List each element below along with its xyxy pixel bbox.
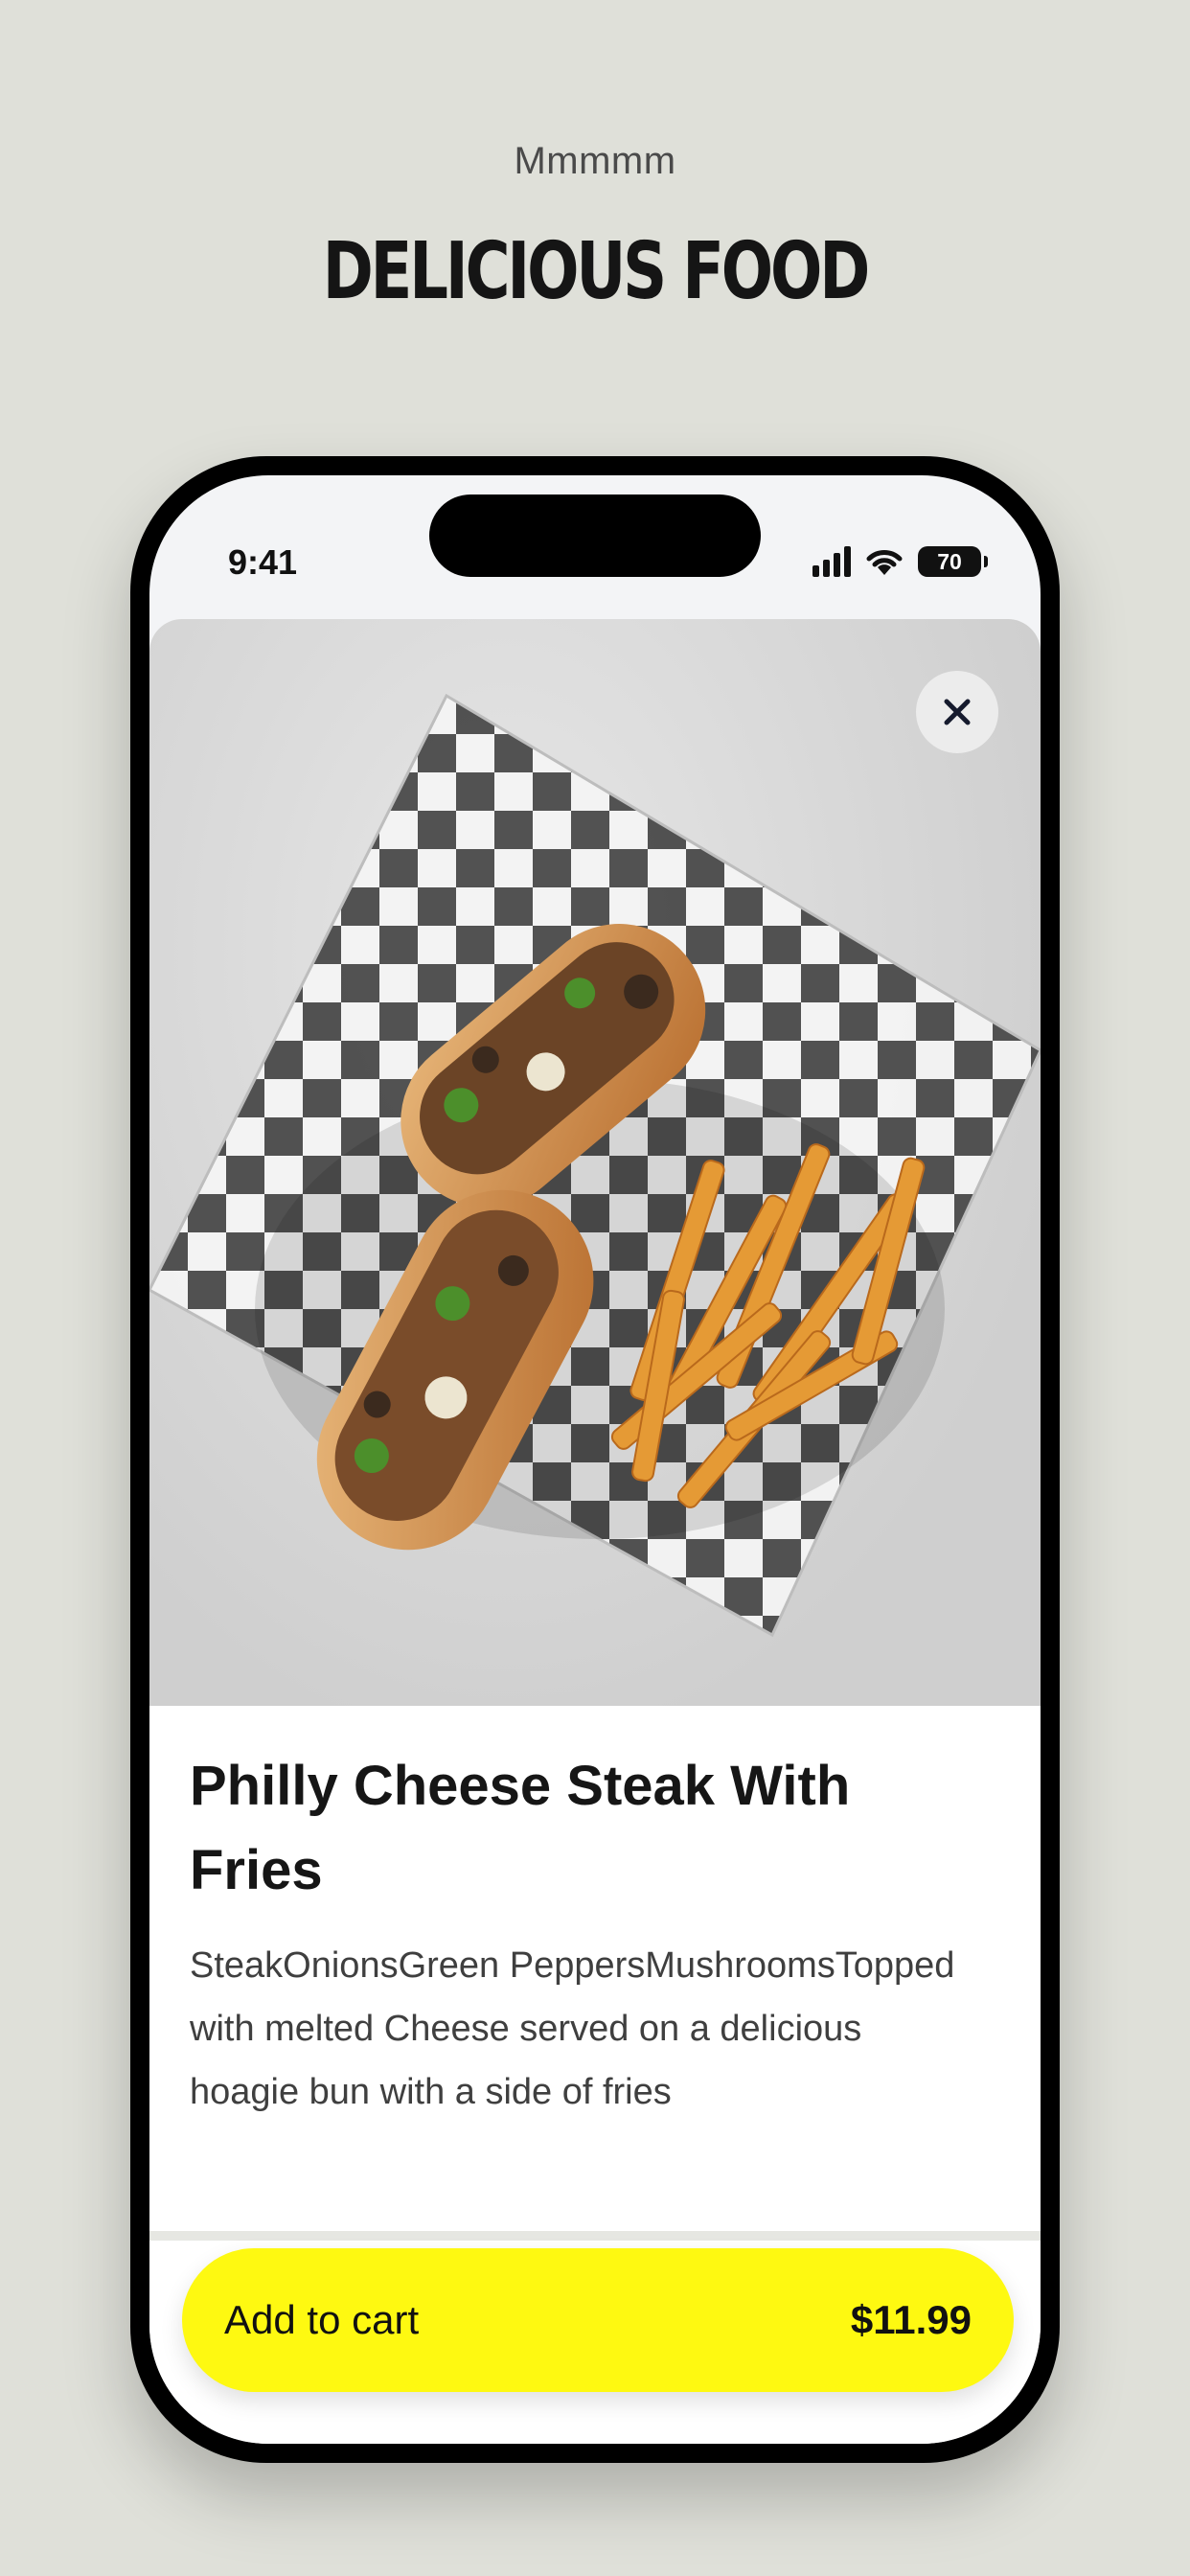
close-icon <box>944 699 971 725</box>
status-time: 9:41 <box>228 542 298 582</box>
wifi-icon <box>866 550 903 575</box>
phone-frame: 9:41 70 Philly Cheese Steak With Fries S… <box>130 456 1060 2463</box>
cellular-signal-icon <box>812 546 851 577</box>
eyebrow-text: Mmmmm <box>514 140 676 182</box>
food-illustration <box>149 693 1041 1638</box>
page-title: DELICIOUS FOOD <box>322 226 871 317</box>
cart-price: $11.99 <box>850 2297 972 2342</box>
battery-icon: 70 <box>918 546 988 577</box>
section-divider <box>149 2231 1041 2241</box>
item-title: Philly Cheese Steak With Fries <box>190 1755 851 1901</box>
phone-screen: 9:41 70 Philly Cheese Steak With Fries S… <box>149 475 1041 2444</box>
close-button[interactable] <box>916 671 998 753</box>
dynamic-island <box>429 494 761 577</box>
add-to-cart-label: Add to cart <box>224 2297 420 2342</box>
item-description: SteakOnionsGreen PeppersMushroomsTopped … <box>190 1945 955 2112</box>
status-icons: 70 <box>812 542 988 581</box>
add-to-cart-button[interactable]: Add to cart $11.99 <box>182 2248 1014 2392</box>
food-image <box>149 619 1041 1706</box>
product-sheet: Philly Cheese Steak With Fries SteakOnio… <box>149 619 1041 2444</box>
